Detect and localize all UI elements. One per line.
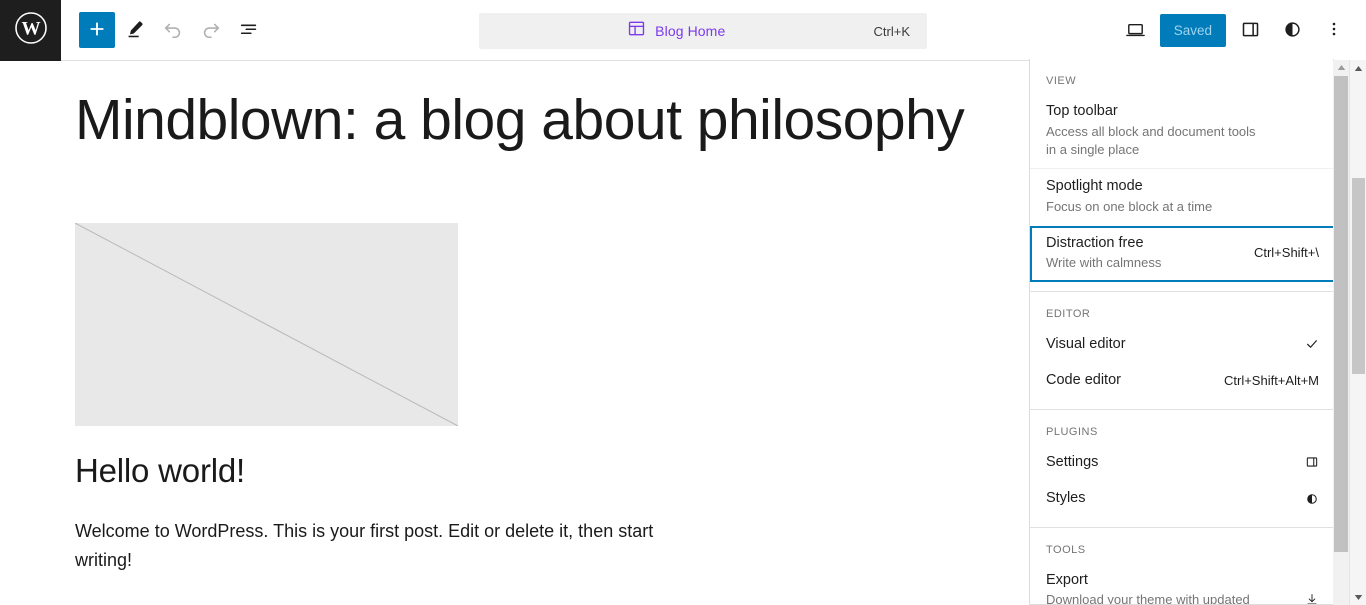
edit-tool-button[interactable] <box>117 12 153 48</box>
menu-item-description: Write with calmness <box>1046 255 1162 271</box>
pencil-icon <box>124 18 146 43</box>
wordpress-logo-button[interactable]: W <box>0 0 61 61</box>
menu-item-label: Export <box>1046 571 1088 588</box>
list-view-icon <box>238 18 260 43</box>
menu-item-label: Spotlight mode <box>1046 178 1143 195</box>
sidebar-panel-icon <box>1297 453 1319 471</box>
sidebar-panel-icon <box>1240 19 1261 43</box>
menu-item-label: Top toolbar <box>1046 103 1118 119</box>
menu-item-text-group: Settings <box>1046 452 1297 473</box>
menu-item-label: Settings <box>1046 453 1099 470</box>
menu-item-label: Visual editor <box>1046 335 1126 352</box>
three-dots-vertical-icon <box>1324 19 1344 42</box>
page-scrollbar-thumb[interactable] <box>1352 178 1365 374</box>
menu-item-settings[interactable]: Settings <box>1030 444 1333 482</box>
save-button-label: Saved <box>1173 23 1212 38</box>
menu-item-visual-editor[interactable]: Visual editor <box>1030 326 1333 364</box>
document-overview-button[interactable] <box>231 12 267 48</box>
menu-item-description: Download your theme with updated templat… <box>1046 592 1250 605</box>
save-button[interactable]: Saved <box>1159 14 1226 47</box>
options-menu-button[interactable] <box>1316 13 1352 49</box>
page-scroll-down-arrow-icon[interactable] <box>1350 589 1366 605</box>
menu-item-styles[interactable]: Styles <box>1030 481 1333 518</box>
menu-item-text-group: Export Download your theme with updated t… <box>1046 570 1297 605</box>
document-bar[interactable]: Blog Home Ctrl+K <box>479 13 927 49</box>
styles-button[interactable] <box>1274 13 1310 49</box>
wordpress-logo-icon: W <box>14 11 48 50</box>
menu-item-label: Styles <box>1046 490 1086 507</box>
checkmark-icon <box>1297 335 1319 353</box>
menu-item-text-group: Visual editor <box>1046 334 1297 355</box>
template-layout-icon <box>627 19 646 43</box>
document-bar-title-group: Blog Home <box>479 19 874 43</box>
menu-item-export[interactable]: Export Download your theme with updated t… <box>1030 562 1333 605</box>
undo-button[interactable] <box>155 12 191 48</box>
page-scroll-up-arrow-icon[interactable] <box>1350 60 1366 76</box>
menu-item-label: Distraction free <box>1046 234 1144 251</box>
menu-section-label: VIEW <box>1046 75 1077 87</box>
view-device-button[interactable] <box>1118 13 1154 49</box>
undo-arrow-icon <box>162 18 184 43</box>
menu-item-description: Access all block and document tools in a… <box>1046 123 1256 158</box>
menu-item-label: Code editor <box>1046 372 1121 389</box>
menu-scrollbar[interactable] <box>1333 60 1349 605</box>
menu-scroll-up-arrow-icon[interactable] <box>1333 60 1349 75</box>
document-bar-shortcut: Ctrl+K <box>873 23 910 39</box>
menu-item-text-group: Spotlight mode Focus on one block at a ti… <box>1046 176 1319 216</box>
menu-item-shortcut: Ctrl+Shift+Alt+M <box>1223 372 1319 388</box>
document-title: Blog Home <box>655 23 726 39</box>
page-scrollbar[interactable] <box>1349 60 1366 605</box>
menu-section-label: PLUGINS <box>1046 425 1098 438</box>
toolbar-right-group: Saved <box>1118 0 1352 61</box>
contrast-circle-icon <box>1297 490 1319 508</box>
menu-scrollbar-thumb[interactable] <box>1334 76 1348 552</box>
redo-arrow-icon <box>200 18 222 43</box>
editor-toolbar: W Blog Home Ctrl+K Saved <box>0 0 1366 61</box>
plus-icon <box>86 18 108 43</box>
menu-item-text-group: Top toolbar Access all block and document… <box>1046 101 1319 159</box>
menu-item-text-group: Styles <box>1046 488 1297 509</box>
desktop-preview-icon <box>1124 18 1147 44</box>
menu-section-label: EDITOR <box>1046 307 1091 320</box>
options-menu-scroll-area[interactable]: VIEW Top toolbar Access all block and docu… <box>1030 59 1333 605</box>
settings-sidebar-button[interactable] <box>1232 13 1268 49</box>
menu-item-text-group: Code editor <box>1046 370 1216 391</box>
toolbar-left-group <box>61 12 267 48</box>
post-paragraph-block[interactable]: Welcome to WordPress. This is your first… <box>75 517 675 575</box>
svg-text:W: W <box>21 18 40 39</box>
download-icon <box>1297 590 1319 604</box>
broken-image-placeholder-icon <box>75 222 458 426</box>
menu-item-shortcut: Ctrl+Shift+\ <box>1253 245 1319 261</box>
menu-item-code-editor[interactable]: Code editor Ctrl+Shift+Alt+M <box>1030 363 1333 400</box>
menu-section-label: TOOLS <box>1046 543 1086 556</box>
redo-button[interactable] <box>193 12 229 48</box>
options-dropdown-menu: VIEW Top toolbar Access all block and docu… <box>1029 59 1334 605</box>
menu-item-text-group: Distraction free Write with calmness <box>1046 233 1246 273</box>
menu-item-spotlight-mode[interactable]: Spotlight mode Focus on one block at a ti… <box>1030 168 1333 226</box>
add-block-button[interactable] <box>79 12 115 48</box>
menu-item-description: Focus on one block at a time <box>1046 199 1213 215</box>
featured-image-block[interactable] <box>75 222 458 426</box>
menu-item-top-toolbar[interactable]: Top toolbar Access all block and document… <box>1030 94 1333 169</box>
menu-item-distraction-free[interactable]: Distraction free Write with calmness Ctrl+… <box>1030 225 1333 282</box>
contrast-circle-icon <box>1282 19 1303 43</box>
wordpress-site-editor: W Blog Home Ctrl+K Saved Mindblown: a bl… <box>0 0 1366 605</box>
